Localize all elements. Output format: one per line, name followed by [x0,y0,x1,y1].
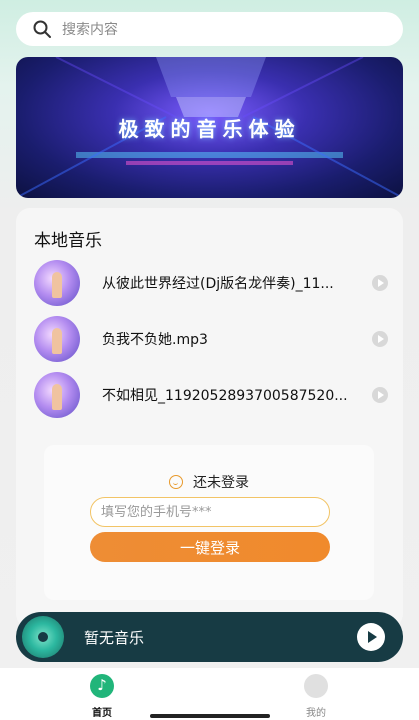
tab-home[interactable]: 首页 [72,674,132,719]
smile-icon [169,475,183,489]
banner[interactable]: 极致的音乐体验 [16,57,403,198]
music-note-icon [90,674,114,698]
disc-icon [22,616,64,658]
section-title: 本地音乐 [34,231,102,251]
login-status: 还未登录 [44,472,374,492]
tab-mine-label: 我的 [306,708,326,719]
bottom-tabbar: 首页 我的 [0,668,419,720]
play-icon[interactable] [372,387,388,403]
song-cover [34,260,80,306]
mini-player[interactable]: 暂无音乐 [16,612,403,662]
phone-input[interactable] [90,497,330,527]
song-cover [34,372,80,418]
login-popup: 还未登录 一键登录 [44,445,374,600]
song-item[interactable]: 不如相见_1192052893700587520... [34,372,394,418]
search-placeholder: 搜索内容 [62,22,118,38]
play-icon[interactable] [372,331,388,347]
tab-home-label: 首页 [92,708,112,719]
login-status-text: 还未登录 [193,475,249,491]
song-name: 不如相见_1192052893700587520... [102,388,348,404]
home-indicator [150,714,270,718]
play-icon[interactable] [372,275,388,291]
banner-title: 极致的音乐体验 [118,117,301,141]
song-name: 负我不负她.mp3 [102,332,208,348]
song-item[interactable]: 负我不负她.mp3 [34,316,394,362]
user-icon [304,674,328,698]
one-click-login-button[interactable]: 一键登录 [90,532,330,562]
song-name: 从彼此世界经过(Dj版名龙伴奏)_11... [102,276,334,292]
song-cover [34,316,80,362]
search-bar[interactable]: 搜索内容 [16,12,403,46]
song-item[interactable]: 从彼此世界经过(Dj版名龙伴奏)_11... [34,260,394,306]
search-icon [33,20,51,38]
tab-mine[interactable]: 我的 [286,674,346,719]
play-button[interactable] [357,623,385,651]
now-playing-text: 暂无音乐 [84,628,145,647]
